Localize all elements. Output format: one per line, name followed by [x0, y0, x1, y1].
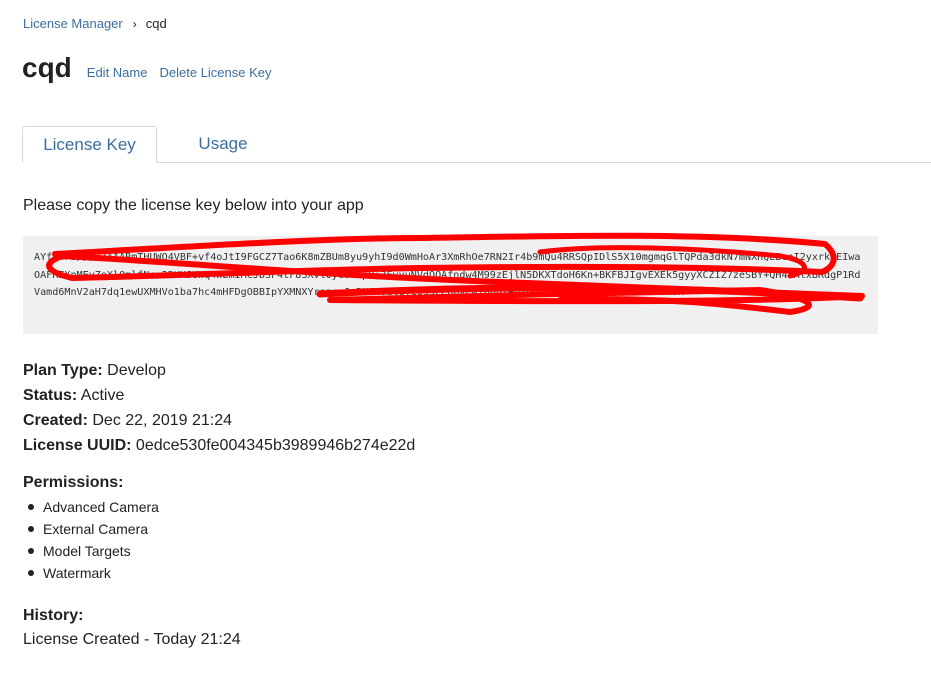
tab-bar: License Key Usage: [22, 126, 931, 163]
created-label: Created:: [23, 412, 88, 429]
plan-type-value: Develop: [107, 362, 166, 379]
permission-label: Watermark: [43, 565, 111, 581]
breadcrumb-license-manager-link[interactable]: License Manager: [23, 16, 123, 31]
license-details: Plan Type: Develop Status: Active Create…: [23, 358, 415, 458]
delete-license-key-link[interactable]: Delete License Key: [159, 65, 271, 80]
status-row: Status: Active: [23, 383, 415, 408]
permissions-list: Advanced Camera External Camera Model Ta…: [23, 496, 159, 584]
uuid-label: License UUID:: [23, 437, 132, 454]
plan-type-row: Plan Type: Develop: [23, 358, 415, 383]
list-item: Advanced Camera: [23, 496, 159, 518]
breadcrumb-current: cqd: [145, 16, 167, 31]
history-entry: License Created - Today 21:24: [23, 631, 241, 648]
bullet-icon: [28, 570, 34, 576]
license-detail-page: License Manager › cqd cqd Edit Name Delete…: [0, 0, 931, 685]
uuid-row: License UUID: 0edce530fe004345b3989946b2…: [23, 433, 415, 458]
status-value: Active: [80, 387, 125, 404]
permission-label: Model Targets: [43, 543, 131, 559]
plan-type-label: Plan Type:: [23, 362, 103, 379]
list-item: Model Targets: [23, 540, 159, 562]
list-item: External Camera: [23, 518, 159, 540]
permission-label: Advanced Camera: [43, 499, 159, 515]
history-title: History:: [23, 607, 84, 624]
tab-license-key[interactable]: License Key: [22, 126, 157, 163]
copy-instruction: Please copy the license key below into y…: [23, 197, 364, 214]
created-value: Dec 22, 2019 21:24: [92, 412, 233, 429]
created-row: Created: Dec 22, 2019 21:24: [23, 408, 415, 433]
permissions-title: Permissions:: [23, 474, 124, 491]
breadcrumb: License Manager › cqd: [23, 16, 167, 32]
breadcrumb-separator-icon: ›: [132, 17, 137, 31]
title-row: cqd Edit Name Delete License Key: [22, 52, 284, 88]
edit-name-link[interactable]: Edit Name: [87, 65, 148, 80]
permission-label: External Camera: [43, 521, 149, 537]
bullet-icon: [28, 504, 34, 510]
bullet-icon: [28, 548, 34, 554]
bullet-icon: [28, 526, 34, 532]
uuid-value[interactable]: 0edce530fe004345b3989946b274e22d: [136, 437, 415, 454]
license-key-text[interactable]: AYf3wP3/////AAABmTHUWO4VBF+vf4oJtI9FGCZ7…: [23, 236, 878, 334]
status-label: Status:: [23, 387, 78, 404]
page-title: cqd: [22, 52, 72, 83]
tab-usage[interactable]: Usage: [157, 126, 289, 161]
list-item: Watermark: [23, 562, 159, 584]
